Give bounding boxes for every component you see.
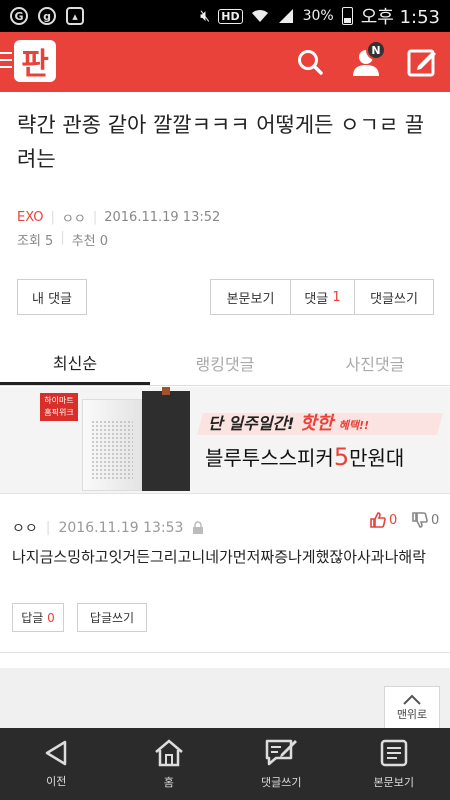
ad-subline-number: 5 — [333, 443, 350, 471]
comment-header: ㅇㅇ | 2016.11.19 13:53 — [12, 518, 205, 538]
menu-icon[interactable] — [0, 52, 12, 73]
nav-back-label: 이전 — [46, 775, 67, 788]
home-icon — [154, 739, 183, 767]
g-icon: g — [38, 7, 56, 25]
my-comments-button[interactable]: 내 댓글 — [17, 279, 87, 315]
search-icon — [298, 50, 323, 75]
reply-count: 0 — [47, 610, 55, 625]
comments-count: 1 — [332, 289, 341, 305]
ad-headline: 단 일주일간! 핫한 혜택!! — [208, 409, 369, 435]
search-button[interactable] — [292, 44, 328, 80]
thumbs-up-icon — [370, 512, 386, 528]
reply-button[interactable]: 답글 0 — [12, 603, 64, 632]
image-icon: ▴ — [66, 7, 84, 25]
pann-logo[interactable]: 판 — [14, 40, 56, 82]
gsm-icon: G — [10, 7, 28, 25]
post-category[interactable]: EXO — [17, 210, 44, 225]
battery-icon — [341, 7, 353, 25]
chevron-up-icon — [403, 694, 421, 705]
post-action-group: 본문보기 댓글 1 댓글쓰기 — [210, 279, 434, 315]
comment-sort-tabs: 최신순 랭킹댓글 사진댓글 — [0, 341, 450, 386]
comments-label: 댓글 — [304, 291, 329, 307]
ad-badge: 하이마트 홈픽위크 — [40, 393, 78, 421]
tab-photo[interactable]: 사진댓글 — [300, 341, 450, 385]
tab-latest[interactable]: 최신순 — [0, 341, 150, 385]
post-author: ㅇㅇ — [61, 212, 86, 227]
divider — [0, 493, 450, 494]
nav-write-comment[interactable]: 댓글쓰기 — [225, 728, 338, 800]
mute-icon: 🔇︎ — [200, 6, 211, 25]
scroll-top-button[interactable]: 맨위로 — [384, 686, 440, 730]
view-post-button[interactable]: 본문보기 — [211, 280, 291, 314]
nav-view-post[interactable]: 본문보기 — [338, 728, 450, 800]
tab-ranking[interactable]: 랭킹댓글 — [150, 341, 300, 385]
clock: 오후 1:53 — [360, 7, 440, 28]
write-comment-icon — [266, 739, 298, 766]
comment-date: 2016.11.19 13:53 — [58, 520, 184, 536]
comments-button[interactable]: 댓글 1 — [291, 280, 355, 314]
ad-headline-prefix: 단 일주일간! — [208, 414, 295, 433]
document-icon — [380, 739, 407, 767]
ad-headline-suffix: 혜택!! — [338, 419, 370, 432]
signal-icon — [278, 9, 293, 23]
ad-subline-suffix: 만원대 — [349, 446, 405, 470]
post-stats: 조회 5 | 추천 0 — [17, 230, 109, 249]
divider — [0, 652, 450, 653]
profile-button[interactable]: N — [348, 40, 386, 80]
back-icon — [46, 740, 67, 766]
page-footer-area — [0, 668, 450, 728]
post-title: 략간 관종 같아 깔깔ㅋㅋㅋ 어떻게든 ㅇㄱㄹ 끌려는 — [17, 113, 425, 171]
reply-label: 답글 — [21, 611, 44, 625]
comment-author: ㅇㅇ — [12, 521, 38, 537]
nav-back[interactable]: 이전 — [0, 728, 113, 800]
hd-icon: HD — [218, 8, 243, 24]
ad-headline-hot: 핫한 — [300, 413, 334, 434]
black-speaker-image — [142, 387, 190, 491]
upvote-count: 0 — [389, 512, 398, 528]
lock-icon — [193, 521, 204, 534]
write-post-button[interactable] — [404, 44, 440, 80]
downvote-button[interactable]: 0 — [412, 512, 439, 528]
app-header: 판 N — [0, 32, 450, 92]
scroll-top-label: 맨위로 — [396, 708, 428, 721]
edit-icon — [407, 49, 436, 77]
white-speaker-image — [82, 399, 142, 491]
notification-badge: N — [366, 40, 386, 60]
ad-subline-prefix: 블루투스스피커 — [205, 446, 334, 470]
comment-text: 나지금스밍하고잇거든그리고니네가먼저짜증나게했잖아사과나해락 — [12, 548, 427, 566]
write-reply-button[interactable]: 답글쓰기 — [77, 603, 147, 632]
recommend-count: 추천 0 — [71, 234, 109, 249]
battery-percent: 30% — [302, 8, 334, 24]
ad-banner[interactable]: 하이마트 홈픽위크 단 일주일간! 핫한 혜택!! 블루투스스피커5만원대 — [0, 387, 450, 493]
write-comment-button[interactable]: 댓글쓰기 — [355, 280, 433, 314]
post-meta: EXO | ㅇㅇ | 2016.11.19 13:52 — [17, 210, 221, 227]
view-count: 조회 5 — [17, 234, 54, 249]
thumbs-down-icon — [412, 512, 428, 528]
nav-home[interactable]: 홈 — [113, 728, 226, 800]
nav-write-comment-label: 댓글쓰기 — [261, 776, 302, 789]
post-date: 2016.11.19 13:52 — [104, 210, 221, 225]
status-bar: G g ▴ 🔇︎ HD 30% 오후 1:53 — [0, 0, 450, 32]
ad-subline: 블루투스스피커5만원대 — [205, 442, 404, 471]
downvote-count: 0 — [431, 512, 440, 528]
nav-view-post-label: 본문보기 — [373, 776, 414, 789]
wifi-icon — [251, 9, 268, 22]
bottom-navigation: 이전 홈 댓글쓰기 본문보기 — [0, 728, 450, 800]
upvote-button[interactable]: 0 — [370, 512, 397, 528]
nav-home-label: 홈 — [163, 776, 174, 789]
